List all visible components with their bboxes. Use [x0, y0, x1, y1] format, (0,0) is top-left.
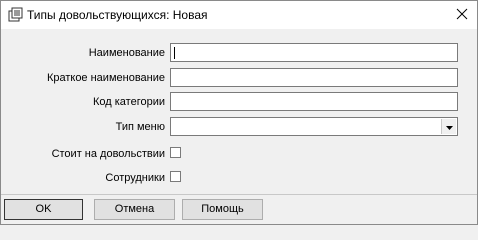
ok-button[interactable]: OK — [4, 199, 83, 220]
name-field[interactable] — [170, 43, 458, 62]
dropdown-button[interactable] — [441, 119, 456, 134]
form-area: Наименование Краткое наименование Код ка… — [3, 33, 473, 193]
name-row: Наименование — [3, 43, 473, 63]
category-code-label: Код категории — [92, 96, 165, 108]
text-caret — [174, 47, 175, 59]
employees-checkbox[interactable] — [170, 171, 181, 182]
employees-label: Сотрудники — [105, 172, 165, 184]
category-code-field[interactable] — [170, 92, 458, 111]
window-title: Типы довольствующихся: Новая — [27, 8, 208, 22]
close-button[interactable] — [447, 1, 477, 29]
short-name-row: Краткое наименование — [3, 68, 473, 88]
on-allowance-checkbox[interactable] — [170, 147, 181, 158]
name-label: Наименование — [88, 47, 165, 59]
short-name-field[interactable] — [170, 68, 458, 87]
help-button[interactable]: Помощь — [182, 199, 263, 220]
title-bar[interactable]: Типы довольствующихся: Новая — [1, 1, 477, 29]
cancel-button[interactable]: Отмена — [94, 199, 175, 220]
menu-type-label: Тип меню — [115, 121, 165, 133]
form-window-icon — [8, 7, 24, 23]
category-code-row: Код категории — [3, 92, 473, 112]
dialog-window: Типы довольствующихся: Новая Наименовани… — [0, 0, 478, 225]
on-allowance-row: Стоит на довольствии — [3, 144, 473, 164]
close-icon — [456, 8, 468, 23]
menu-type-select[interactable] — [170, 117, 458, 136]
button-bar-divider — [1, 194, 477, 195]
on-allowance-label: Стоит на довольствии — [51, 148, 165, 160]
employees-row: Сотрудники — [3, 168, 473, 188]
menu-type-row: Тип меню — [3, 117, 473, 137]
short-name-label: Краткое наименование — [46, 72, 165, 84]
dropdown-arrow-icon — [445, 121, 453, 133]
